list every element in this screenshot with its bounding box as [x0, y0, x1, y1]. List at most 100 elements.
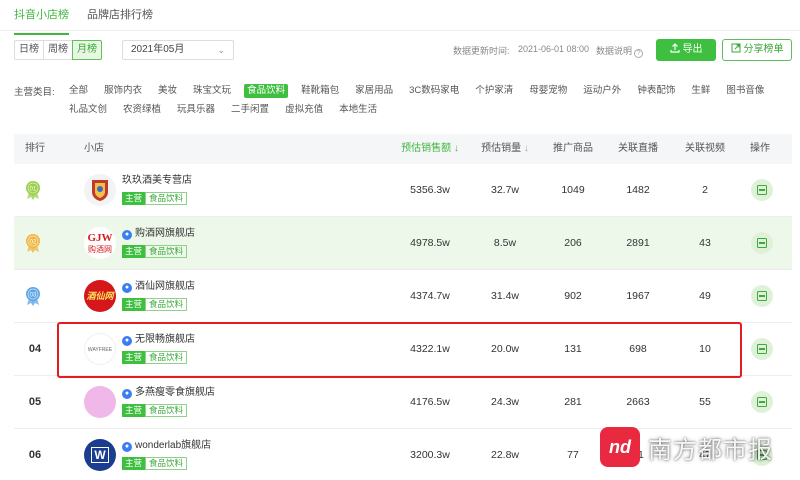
category-chip[interactable]: 本地生活: [336, 103, 380, 117]
tab-brand-shop-rank[interactable]: 品牌店排行榜: [87, 6, 153, 30]
category-chip[interactable]: 图书音像: [723, 84, 767, 98]
category-chip[interactable]: 家居用品: [352, 84, 396, 98]
related-videos: 43: [699, 237, 711, 249]
shop-name-text: 酒仙网旗舰店: [135, 281, 195, 292]
sales-amount: 4176.5w: [410, 396, 450, 408]
export-button[interactable]: 导出: [656, 39, 716, 61]
share-label: 分享榜单: [743, 44, 784, 55]
detail-icon: [757, 291, 767, 301]
update-time-value: 2021-06-01 08:00: [518, 44, 590, 54]
shop-name[interactable]: ● wonderlab旗舰店: [122, 439, 211, 453]
shop-tags: 主营 食品饮料: [122, 351, 188, 364]
period-selector: 日榜 周榜 月榜: [14, 40, 102, 60]
period-daily-button[interactable]: 日榜: [14, 40, 44, 60]
header-sales-volume[interactable]: 预估销量 ↓: [470, 134, 540, 164]
detail-button[interactable]: [751, 232, 773, 254]
verified-icon: ●: [122, 336, 132, 346]
month-select-value: 2021年05月: [131, 44, 185, 55]
related-lives: 1482: [626, 184, 650, 196]
table-header: 排行 小店 预估销售额 ↓ 预估销量 ↓ 推广商品 关联直播 关联视频 操作: [14, 134, 792, 164]
category-chip[interactable]: 鞋靴箱包: [298, 84, 342, 98]
related-lives: 2891: [626, 237, 650, 249]
related-videos: 55: [699, 396, 711, 408]
tab-douyin-shop-rank[interactable]: 抖音小店榜: [14, 6, 69, 35]
table-row[interactable]: 05 ● 多燕瘦零食旗舰店 主营 食品饮料 4176.5w 24.3w 281 2…: [14, 376, 792, 429]
shop-avatar[interactable]: [84, 386, 116, 418]
category-chip[interactable]: 虚拟充值: [282, 103, 326, 117]
category-chip[interactable]: 全部: [66, 84, 91, 98]
detail-icon: [757, 238, 767, 248]
avatar-text: WAYFREE: [84, 333, 116, 365]
category-chip[interactable]: 服饰内衣: [101, 84, 145, 98]
medal-rank: 03: [30, 293, 37, 299]
tab-divider: [0, 30, 800, 31]
detail-button[interactable]: [751, 179, 773, 201]
table-row[interactable]: 01 玖玖酒美专营店 主营 食品饮料 5356.3w 32.7w 1049 14…: [14, 164, 792, 217]
shop-avatar[interactable]: W: [84, 439, 116, 471]
category-chip[interactable]: 钟表配饰: [634, 84, 678, 98]
table-row[interactable]: 04 WAYFREE ● 无限畅旗舰店 主营 食品饮料 4322.1w 20.0w…: [14, 323, 792, 376]
table-row[interactable]: 02 GJW 购酒网 ● 购酒网旗舰店 主营 食品饮料 4978.5w 8.5w …: [14, 217, 792, 270]
verified-icon: ●: [122, 230, 132, 240]
detail-icon: [757, 344, 767, 354]
watermark-text: 南方都市报: [648, 436, 773, 464]
sort-icon: ↓: [521, 143, 529, 154]
category-chip[interactable]: 珠宝文玩: [190, 84, 234, 98]
question-icon: ?: [634, 49, 644, 58]
shop-name[interactable]: ● 无限畅旗舰店: [122, 333, 195, 347]
category-chip[interactable]: 二手闲置: [228, 103, 272, 117]
category-tag: 食品饮料: [145, 404, 188, 417]
detail-icon: [757, 185, 767, 195]
header-sales-amount[interactable]: 预估销售额 ↓: [390, 134, 470, 164]
shop-name-text: 多燕瘦零食旗舰店: [135, 387, 215, 398]
shop-avatar[interactable]: 酒仙网: [84, 280, 116, 312]
category-chip[interactable]: 美妆: [155, 84, 180, 98]
shop-name[interactable]: ● 购酒网旗舰店: [122, 227, 195, 241]
shop-name[interactable]: 玖玖酒美专营店: [122, 174, 192, 188]
category-chip[interactable]: 玩具乐器: [174, 103, 218, 117]
share-button[interactable]: 分享榜单: [722, 39, 792, 61]
detail-icon: [757, 397, 767, 407]
data-explain-label: 数据说明: [596, 46, 633, 56]
category-chip[interactable]: 个护家清: [472, 84, 516, 98]
header-shop: 小店: [84, 143, 104, 154]
shop-tags: 主营 食品饮料: [122, 457, 188, 470]
shop-avatar[interactable]: [84, 174, 116, 206]
promoted-products: 77: [567, 449, 579, 461]
category-chip[interactable]: 礼品文创: [66, 103, 110, 117]
category-chip[interactable]: 运动户外: [580, 84, 624, 98]
category-chip[interactable]: 农资绿植: [120, 103, 164, 117]
detail-button[interactable]: [751, 338, 773, 360]
table-row[interactable]: 03 酒仙网 ● 酒仙网旗舰店 主营 食品饮料 4374.7w 31.4w 902…: [14, 270, 792, 323]
shop-name[interactable]: ● 酒仙网旗舰店: [122, 280, 195, 294]
category-chip[interactable]: 母婴宠物: [526, 84, 570, 98]
category-tag: 食品饮料: [145, 245, 188, 258]
shop-tags: 主营 食品饮料: [122, 404, 188, 417]
month-select[interactable]: 2021年05月 ⌄: [122, 40, 234, 60]
category-row: 主营类目: 全部 服饰内衣 美妆 珠宝文玩 食品饮料 鞋靴箱包 家居用品 3C数码家电 个护家清…: [14, 81, 794, 100]
data-explain-link[interactable]: 数据说明?: [596, 44, 644, 58]
watermark-logo: nd: [600, 427, 640, 467]
shop-avatar[interactable]: WAYFREE: [84, 333, 116, 365]
sales-amount: 5356.3w: [410, 184, 450, 196]
shop-avatar[interactable]: GJW 购酒网: [84, 227, 116, 259]
header-videos: 关联视频: [685, 143, 725, 154]
category-chip[interactable]: 食品饮料: [244, 83, 289, 98]
sales-amount: 4978.5w: [410, 237, 450, 249]
related-lives: 1967: [626, 290, 650, 302]
main-tag: 主营: [122, 192, 146, 205]
shop-name[interactable]: ● 多燕瘦零食旗舰店: [122, 386, 215, 400]
period-monthly-button[interactable]: 月榜: [72, 40, 102, 60]
sales-amount: 4322.1w: [410, 343, 450, 355]
detail-button[interactable]: [751, 391, 773, 413]
category-tag: 食品饮料: [145, 457, 188, 470]
header-sales-amount-label: 预估销售额: [401, 143, 452, 154]
category-chip[interactable]: 生鲜: [688, 84, 713, 98]
verified-icon: ●: [122, 283, 132, 293]
detail-button[interactable]: [751, 285, 773, 307]
medal-rank: 02: [30, 240, 37, 246]
period-weekly-button[interactable]: 周榜: [43, 40, 73, 60]
category-chip[interactable]: 3C数码家电: [406, 84, 462, 98]
shop-name-text: 购酒网旗舰店: [135, 228, 195, 239]
category-row: 礼品文创 农资绿植 玩具乐器 二手闲置 虚拟充值 本地生活: [14, 100, 794, 119]
